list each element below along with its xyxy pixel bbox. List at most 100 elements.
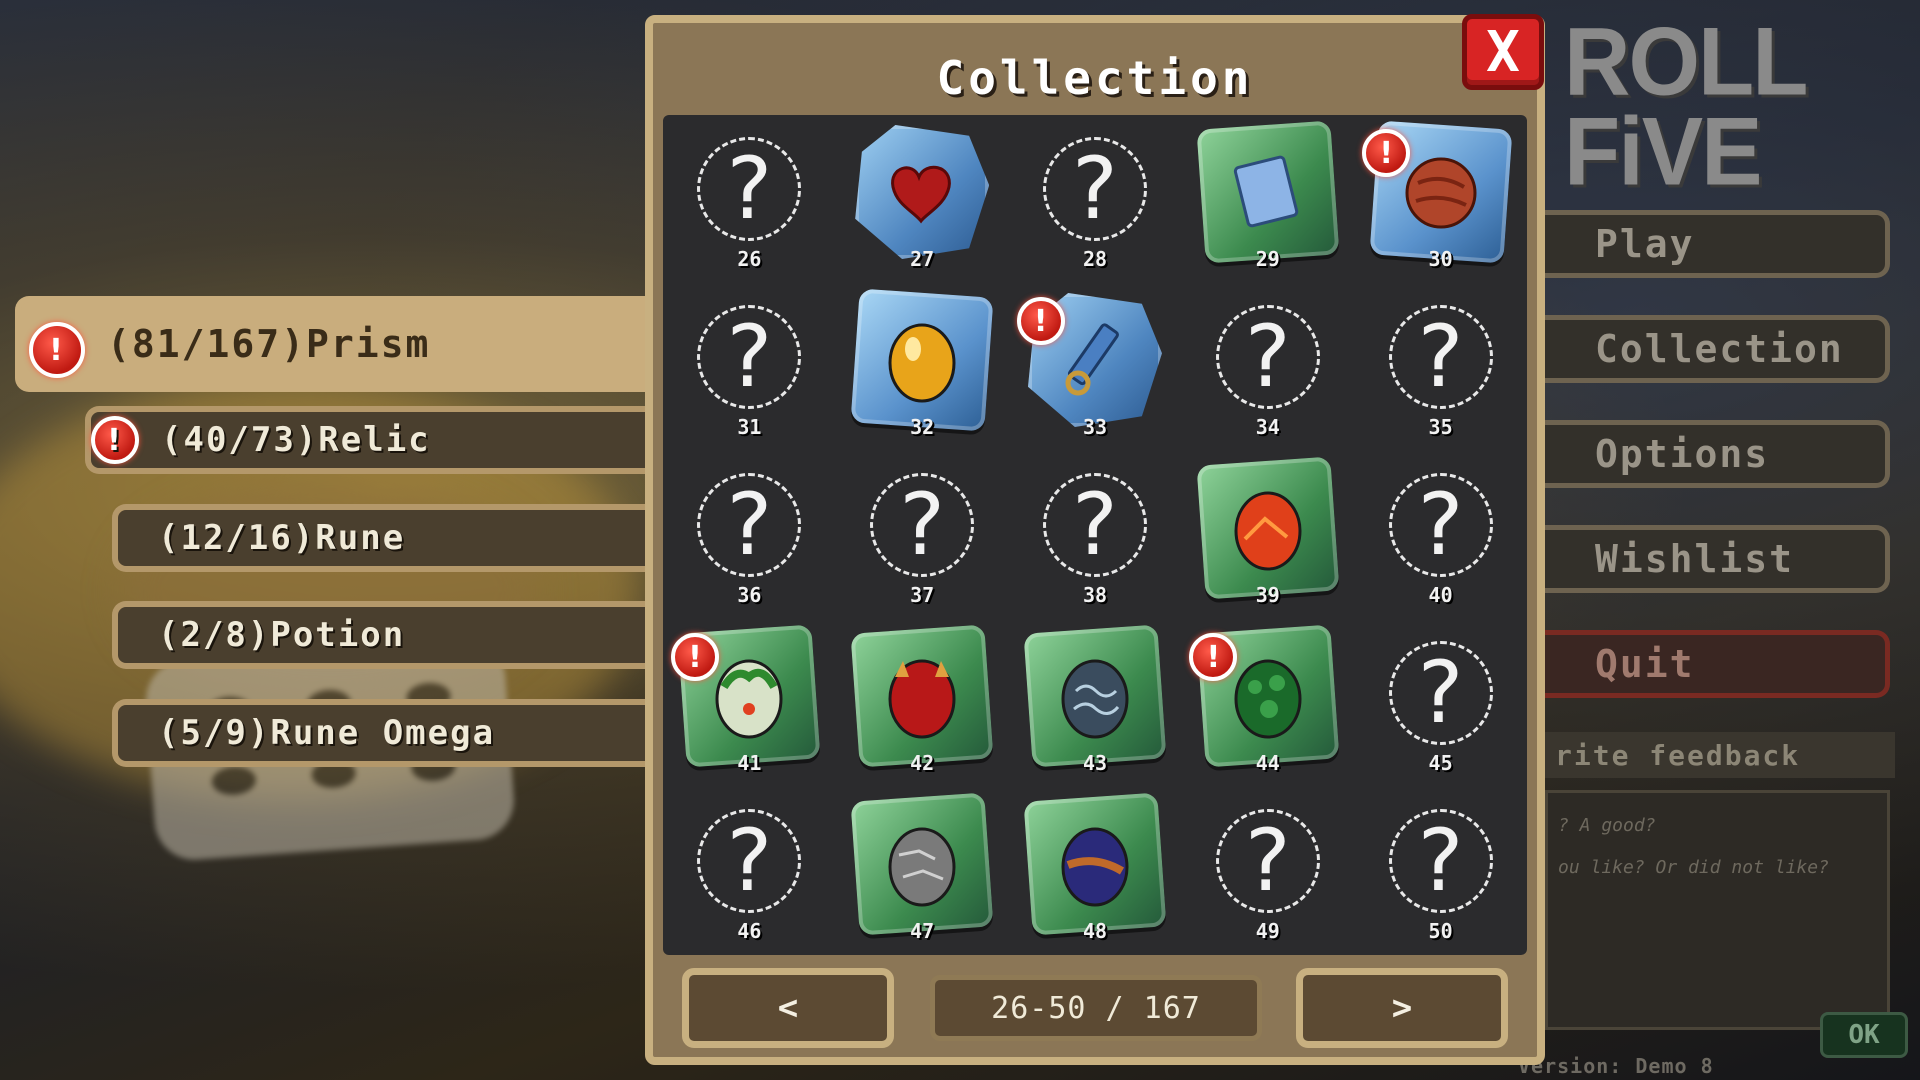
golden-egg-icon <box>879 311 965 411</box>
item-number: 45 <box>1428 751 1453 775</box>
book-icon <box>1225 143 1311 243</box>
menu-collection-button[interactable]: Collection <box>1545 315 1890 383</box>
collection-grid: ? 26 27? 28 29 30!? 31 32 33!? 34? 35? 36? 37? 38 39? 4… <box>663 115 1527 955</box>
collection-item-39[interactable]: 39 <box>1181 451 1354 619</box>
fire-egg-icon <box>1225 479 1311 579</box>
category-tab-3[interactable]: (12/16)Rune <box>112 504 645 572</box>
collection-item-32[interactable]: 32 <box>836 283 1009 451</box>
category-tab-label: (81/167)Prism <box>107 322 431 366</box>
prev-page-button[interactable]: < <box>682 968 894 1048</box>
next-page-button[interactable]: > <box>1296 968 1508 1048</box>
collection-item-40[interactable]: ? 40 <box>1354 451 1527 619</box>
item-number: 27 <box>910 247 935 271</box>
unknown-item-icon: ? <box>1388 641 1493 745</box>
collection-item-35[interactable]: ? 35 <box>1354 283 1527 451</box>
item-number: 34 <box>1255 415 1280 439</box>
saw-icon <box>1052 311 1138 411</box>
menu-quit-button[interactable]: Quit <box>1545 630 1890 698</box>
heart-icon <box>879 143 965 243</box>
item-number: 47 <box>910 919 935 943</box>
category-tab-label: (5/9)Rune Omega <box>158 713 496 753</box>
feedback-prompt-1: ? A good? <box>1558 815 1656 836</box>
item-number: 28 <box>1082 247 1108 271</box>
category-tab-label: (40/73)Relic <box>161 420 431 460</box>
collection-item-34[interactable]: ? 34 <box>1181 283 1354 451</box>
unknown-item-icon: ? <box>1215 305 1320 409</box>
collection-item-26[interactable]: ? 26 <box>663 115 836 283</box>
collection-item-38[interactable]: ? 38 <box>1009 451 1182 619</box>
category-tab-label: (2/8)Potion <box>158 615 406 655</box>
feedback-textarea[interactable]: ? A good? ou like? Or did not like? <box>1545 790 1890 1030</box>
collection-item-43[interactable]: 43 <box>1009 619 1182 787</box>
item-number: 38 <box>1082 583 1108 607</box>
stone-egg-icon <box>879 815 965 915</box>
item-number: 31 <box>737 415 762 439</box>
item-number: 44 <box>1255 751 1280 775</box>
item-number: 33 <box>1082 415 1108 439</box>
collection-item-46[interactable]: ? 46 <box>663 787 836 955</box>
collection-item-33[interactable]: 33! <box>1009 283 1182 451</box>
new-alert-icon: ! <box>1016 297 1065 345</box>
unknown-item-icon: ? <box>1215 809 1320 913</box>
unknown-item-icon: ? <box>1388 809 1493 913</box>
unknown-item-icon: ? <box>697 809 802 913</box>
collection-item-45[interactable]: ? 45 <box>1354 619 1527 787</box>
logo-line-2: FiVE <box>1564 98 1762 206</box>
item-number: 26 <box>737 247 762 271</box>
unknown-item-icon: ? <box>697 473 802 577</box>
unknown-item-icon: ? <box>697 137 802 241</box>
item-number: 49 <box>1255 919 1280 943</box>
item-number: 43 <box>1082 751 1108 775</box>
category-tab-4[interactable]: (2/8)Potion <box>112 601 645 669</box>
item-number: 48 <box>1082 919 1108 943</box>
collection-item-29[interactable]: 29 <box>1181 115 1354 283</box>
panel-title: Collection <box>936 51 1254 105</box>
page-indicator: 26-50 / 167 <box>930 975 1262 1041</box>
new-alert-icon: ! <box>29 322 85 378</box>
item-number: 46 <box>737 919 762 943</box>
collection-item-42[interactable]: 42 <box>836 619 1009 787</box>
menu-options-button[interactable]: Options <box>1545 420 1890 488</box>
category-tab-5[interactable]: (5/9)Rune Omega <box>112 699 645 767</box>
collection-item-31[interactable]: ? 31 <box>663 283 836 451</box>
item-number: 41 <box>737 751 762 775</box>
item-number: 35 <box>1428 415 1453 439</box>
unknown-item-icon: ? <box>1042 137 1147 241</box>
collection-item-37[interactable]: ? 37 <box>836 451 1009 619</box>
item-number: 32 <box>910 415 935 439</box>
feedback-prompt-2: ou like? Or did not like? <box>1558 857 1829 878</box>
menu-wishlist-button[interactable]: Wishlist <box>1545 525 1890 593</box>
collection-item-27[interactable]: 27 <box>836 115 1009 283</box>
item-number: 29 <box>1255 247 1280 271</box>
unknown-item-icon: ? <box>870 473 975 577</box>
item-number: 40 <box>1428 583 1453 607</box>
collection-item-47[interactable]: 47 <box>836 787 1009 955</box>
swirl-egg-icon <box>1052 647 1138 747</box>
feedback-ok-button[interactable]: OK <box>1820 1012 1908 1058</box>
category-tab-2[interactable]: (40/73)Relic! <box>85 406 645 474</box>
item-number: 39 <box>1255 583 1280 607</box>
collection-item-48[interactable]: 48 <box>1009 787 1182 955</box>
item-number: 50 <box>1428 919 1453 943</box>
collection-item-49[interactable]: ? 49 <box>1181 787 1354 955</box>
collection-item-41[interactable]: 41! <box>663 619 836 787</box>
feedback-title: rite feedback <box>1545 732 1895 778</box>
close-button[interactable]: X <box>1462 14 1544 90</box>
bumpy-egg-icon <box>1225 647 1311 747</box>
new-alert-icon: ! <box>91 416 139 464</box>
unknown-item-icon: ? <box>1042 473 1147 577</box>
orb-icon <box>1398 143 1484 243</box>
category-tab-1[interactable]: (81/167)Prism! <box>15 296 645 392</box>
collection-item-36[interactable]: ? 36 <box>663 451 836 619</box>
nature-egg-icon <box>706 647 792 747</box>
collection-item-50[interactable]: ? 50 <box>1354 787 1527 955</box>
collection-item-30[interactable]: 30! <box>1354 115 1527 283</box>
item-number: 37 <box>910 583 935 607</box>
demon-egg-icon <box>879 647 965 747</box>
galaxy-egg-icon <box>1052 815 1138 915</box>
collection-item-28[interactable]: ? 28 <box>1009 115 1182 283</box>
item-number: 36 <box>737 583 762 607</box>
menu-play-button[interactable]: Play <box>1545 210 1890 278</box>
unknown-item-icon: ? <box>697 305 802 409</box>
collection-item-44[interactable]: 44! <box>1181 619 1354 787</box>
